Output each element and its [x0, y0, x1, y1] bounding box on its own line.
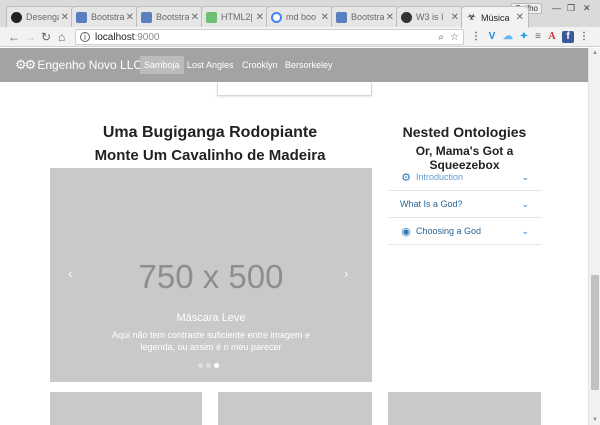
sidebar-heading: Nested Ontologies	[402, 124, 527, 140]
accordion-item-choosing-a-god[interactable]: ◉ Choosing a God ⌄	[388, 218, 541, 245]
carousel-next-icon[interactable]: ›	[344, 266, 348, 281]
dropdown-menu-edge	[217, 83, 372, 96]
scrollbar-thumb[interactable]	[591, 275, 599, 390]
url-text: localhost:9000	[95, 31, 160, 43]
carousel-caption-line: legenda, ou assim é o meu parecer	[140, 342, 282, 352]
scroll-down-icon[interactable]: ▼	[589, 417, 600, 423]
tab-title: W3 is I	[416, 12, 444, 22]
nav-link-bersorkeley[interactable]: Bersorkeley	[281, 56, 337, 74]
carousel-indicator[interactable]	[206, 363, 211, 368]
close-icon[interactable]: ✕	[191, 12, 199, 23]
close-icon[interactable]: ✕	[516, 12, 524, 23]
home-icon[interactable]: ⌂	[58, 30, 65, 44]
browser-tab-active[interactable]: ☣ Música ✕	[461, 6, 529, 28]
forward-icon[interactable]: →	[24, 30, 36, 44]
close-icon[interactable]: ✕	[126, 12, 134, 23]
tab-title: Bootstra	[156, 12, 189, 22]
vue-devtools-icon[interactable]: V	[486, 31, 498, 43]
menu-dots-icon[interactable]: ⋮	[470, 31, 482, 43]
close-icon[interactable]: ✕	[386, 12, 394, 23]
browser-toolbar: ← → ↻ ⌂ i localhost:9000 ⌕ ☆ ⋮ V ☁ ✦ ≡ A…	[0, 27, 600, 47]
tab-title: Desenga	[26, 12, 59, 22]
carousel-caption-line: Aqui não tem contraste suficiente entre …	[111, 330, 311, 340]
chevron-down-icon: ⌄	[521, 225, 529, 236]
maximize-icon[interactable]: ❐	[567, 3, 575, 14]
chrome-menu-icon[interactable]: ⋮	[578, 31, 590, 43]
browser-tab[interactable]: Bootstra ✕	[331, 6, 399, 27]
html2-icon	[206, 11, 217, 23]
chevron-down-icon: ⌄	[521, 171, 529, 182]
search-icon[interactable]: ⌕	[438, 32, 444, 43]
address-bar[interactable]: i localhost:9000 ⌕ ☆	[75, 29, 464, 45]
bootstrap-icon	[336, 11, 347, 23]
star-icon[interactable]: ☆	[450, 32, 459, 43]
browser-tab[interactable]: Bootstra ✕	[136, 6, 204, 27]
facebook-icon[interactable]: f	[562, 31, 574, 43]
w3-icon	[401, 11, 412, 23]
github-icon	[11, 11, 22, 23]
carousel-caption-title: Máscara Leve	[176, 312, 246, 324]
browser-tab-strip: Desenga ✕ Bootstra ✕ Bootstra ✕ HTML2| ✕…	[0, 0, 600, 28]
sidebar-accordion: ⚙ Introduction ⌄ What Is a God? ⌄ ◉ Choo…	[388, 164, 541, 245]
browser-tab[interactable]: Desenga ✕	[6, 6, 74, 27]
lifebuoy-icon: ◉	[401, 225, 411, 238]
scroll-up-icon[interactable]: ▲	[589, 50, 600, 56]
main-heading: Uma Bugiganga Rodopiante	[102, 124, 318, 141]
window-close-icon[interactable]: ✕	[583, 3, 591, 14]
close-icon[interactable]: ✕	[61, 12, 69, 23]
carousel-indicator-active[interactable]	[214, 363, 219, 368]
close-icon[interactable]: ✕	[451, 12, 459, 23]
browser-tab[interactable]: W3 is I ✕	[396, 6, 464, 27]
nav-link-crooklyn[interactable]: Crooklyn	[238, 56, 282, 74]
browser-tab[interactable]: md boo ✕	[266, 6, 334, 27]
brand[interactable]: ⚙⚙ Engenho Novo LLC	[15, 57, 142, 73]
tab-title: md boo	[286, 12, 317, 22]
twitter-icon[interactable]: ✦	[518, 31, 530, 43]
chevron-down-icon: ⌄	[521, 198, 529, 209]
card-image-placeholder	[218, 392, 372, 425]
card-image-placeholder	[50, 392, 202, 425]
tab-title: Música	[481, 12, 510, 23]
accordion-label: Introduction	[416, 172, 464, 182]
nav-link-lost-angles[interactable]: Lost Angles	[183, 56, 238, 74]
accordion-label: Choosing a God	[416, 226, 482, 236]
carousel-indicator[interactable]	[198, 363, 203, 368]
gears-icon: ⚙⚙	[15, 57, 36, 72]
carousel-indicators	[198, 363, 219, 368]
nav-link-samboja[interactable]: Samboja	[140, 56, 184, 74]
font-icon[interactable]: A	[546, 31, 558, 43]
browser-tab[interactable]: HTML2| ✕	[201, 6, 269, 27]
biohazard-icon: ☣	[467, 12, 476, 23]
bootstrap-icon	[76, 11, 87, 23]
card-image-placeholder	[388, 392, 541, 425]
browser-tab[interactable]: Bootstra ✕	[71, 6, 139, 27]
brand-name: Engenho Novo LLC	[37, 58, 143, 72]
image-carousel[interactable]: 750 x 500 ‹ › Máscara Leve Aqui não tem …	[50, 168, 372, 382]
cloud-icon[interactable]: ☁	[502, 31, 514, 43]
reload-icon[interactable]: ↻	[41, 30, 51, 44]
page-scrollbar[interactable]: ▲ ▼	[588, 48, 600, 425]
tab-title: Bootstra	[351, 12, 384, 22]
bootstrap-icon	[141, 11, 152, 23]
google-icon	[271, 11, 282, 23]
site-navbar: ⚙⚙ Engenho Novo LLC Samboja Lost Angles …	[0, 48, 588, 82]
carousel-image-placeholder: 750 x 500	[138, 258, 284, 295]
main-subheading: Monte Um Cavalinho de Madeira	[94, 147, 326, 164]
carousel-prev-icon[interactable]: ‹	[68, 266, 72, 281]
accordion-label: What Is a God?	[400, 199, 463, 209]
tab-title: HTML2|	[221, 12, 253, 22]
close-icon[interactable]: ✕	[256, 12, 264, 23]
accordion-item-what-is-a-god[interactable]: What Is a God? ⌄	[388, 191, 541, 218]
accordion-item-introduction[interactable]: ⚙ Introduction ⌄	[388, 164, 541, 191]
info-icon[interactable]: i	[80, 32, 90, 42]
close-icon[interactable]: ✕	[321, 12, 329, 23]
gears-icon: ⚙	[401, 171, 411, 184]
minimize-icon[interactable]: —	[552, 3, 561, 13]
tab-title: Bootstra	[91, 12, 124, 22]
back-icon[interactable]: ←	[8, 30, 20, 44]
list-icon[interactable]: ≡	[532, 31, 544, 43]
